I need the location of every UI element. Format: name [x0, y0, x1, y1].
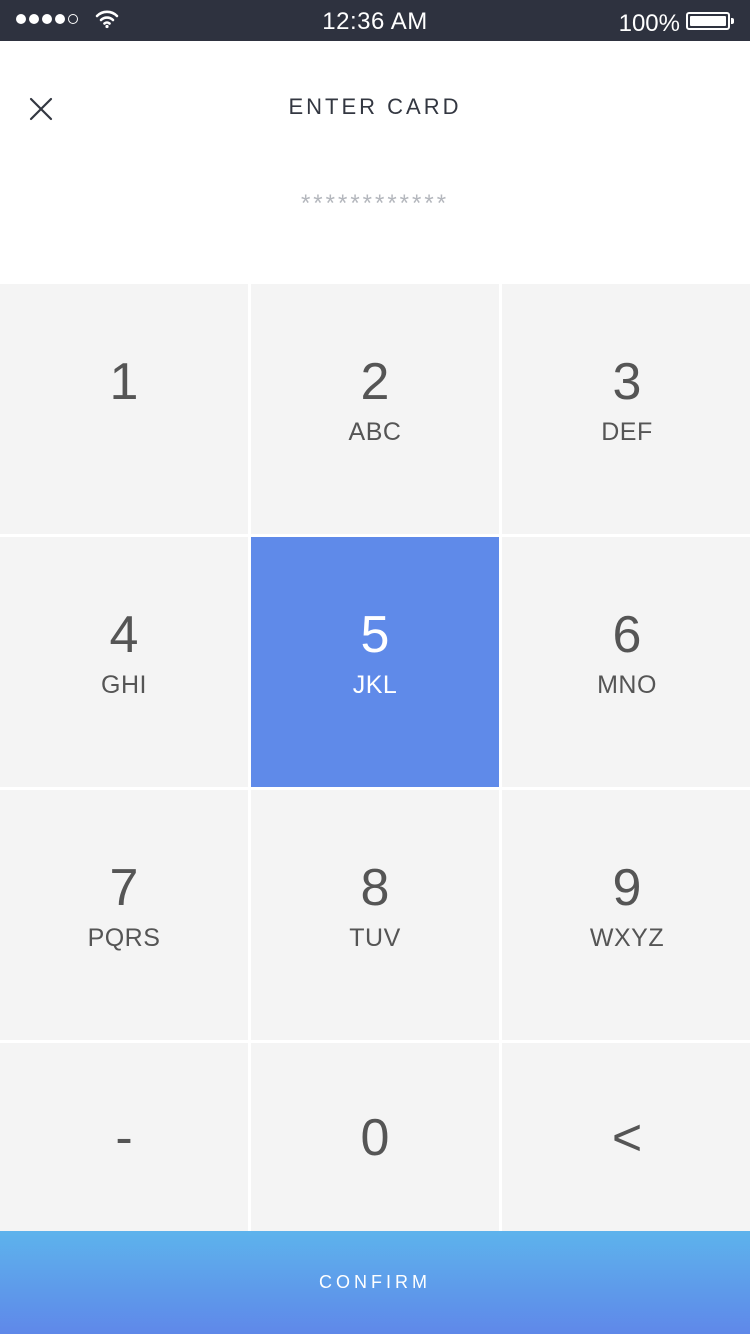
- number-keypad: 1 2 ABC 3 DEF 4 GHI 5 JKL 6 MNO 7 PQRS 8…: [0, 284, 750, 1233]
- key-digit: 3: [612, 353, 642, 411]
- key-letters: MNO: [597, 671, 657, 699]
- key-6[interactable]: 6 MNO: [502, 537, 750, 787]
- key-digit: 0: [360, 1109, 390, 1167]
- key-digit: 9: [612, 859, 642, 917]
- key-digit: <: [611, 1109, 643, 1167]
- backspace-key[interactable]: <: [502, 1043, 750, 1233]
- status-bar: 12:36 AM 100%: [0, 0, 750, 41]
- key-digit: 5: [360, 606, 390, 664]
- key-7[interactable]: 7 PQRS: [0, 790, 248, 1040]
- key-1[interactable]: 1: [0, 284, 248, 534]
- key-letters: WXYZ: [589, 924, 665, 952]
- key-letters: TUV: [349, 924, 401, 952]
- key-letters: GHI: [101, 671, 147, 699]
- key-digit: 4: [109, 606, 139, 664]
- key-5[interactable]: 5 JKL: [251, 537, 499, 787]
- battery-fill: [690, 16, 726, 26]
- key-digit: 1: [109, 353, 139, 411]
- key-digit: 2: [360, 353, 390, 411]
- page-title: ENTER CARD: [288, 94, 462, 119]
- key-letters: DEF: [601, 418, 653, 446]
- key-digit: 8: [360, 859, 390, 917]
- battery-icon: [686, 12, 734, 30]
- key-3[interactable]: 3 DEF: [502, 284, 750, 534]
- key-9[interactable]: 9 WXYZ: [502, 790, 750, 1040]
- key-letters: PQRS: [87, 924, 161, 952]
- card-number-display: ************: [300, 190, 450, 217]
- key-letters: JKL: [352, 671, 398, 699]
- confirm-button[interactable]: CONFIRM: [0, 1231, 750, 1334]
- key-dash[interactable]: -: [0, 1043, 248, 1233]
- key-digit: -: [115, 1109, 133, 1167]
- key-0[interactable]: 0: [251, 1043, 499, 1233]
- battery-tip: [731, 18, 734, 24]
- key-2[interactable]: 2 ABC: [251, 284, 499, 534]
- key-4[interactable]: 4 GHI: [0, 537, 248, 787]
- battery-percentage: 100%: [618, 10, 680, 37]
- key-digit: 6: [612, 606, 642, 664]
- key-digit: 7: [109, 859, 139, 917]
- key-letters: ABC: [348, 418, 402, 446]
- key-8[interactable]: 8 TUV: [251, 790, 499, 1040]
